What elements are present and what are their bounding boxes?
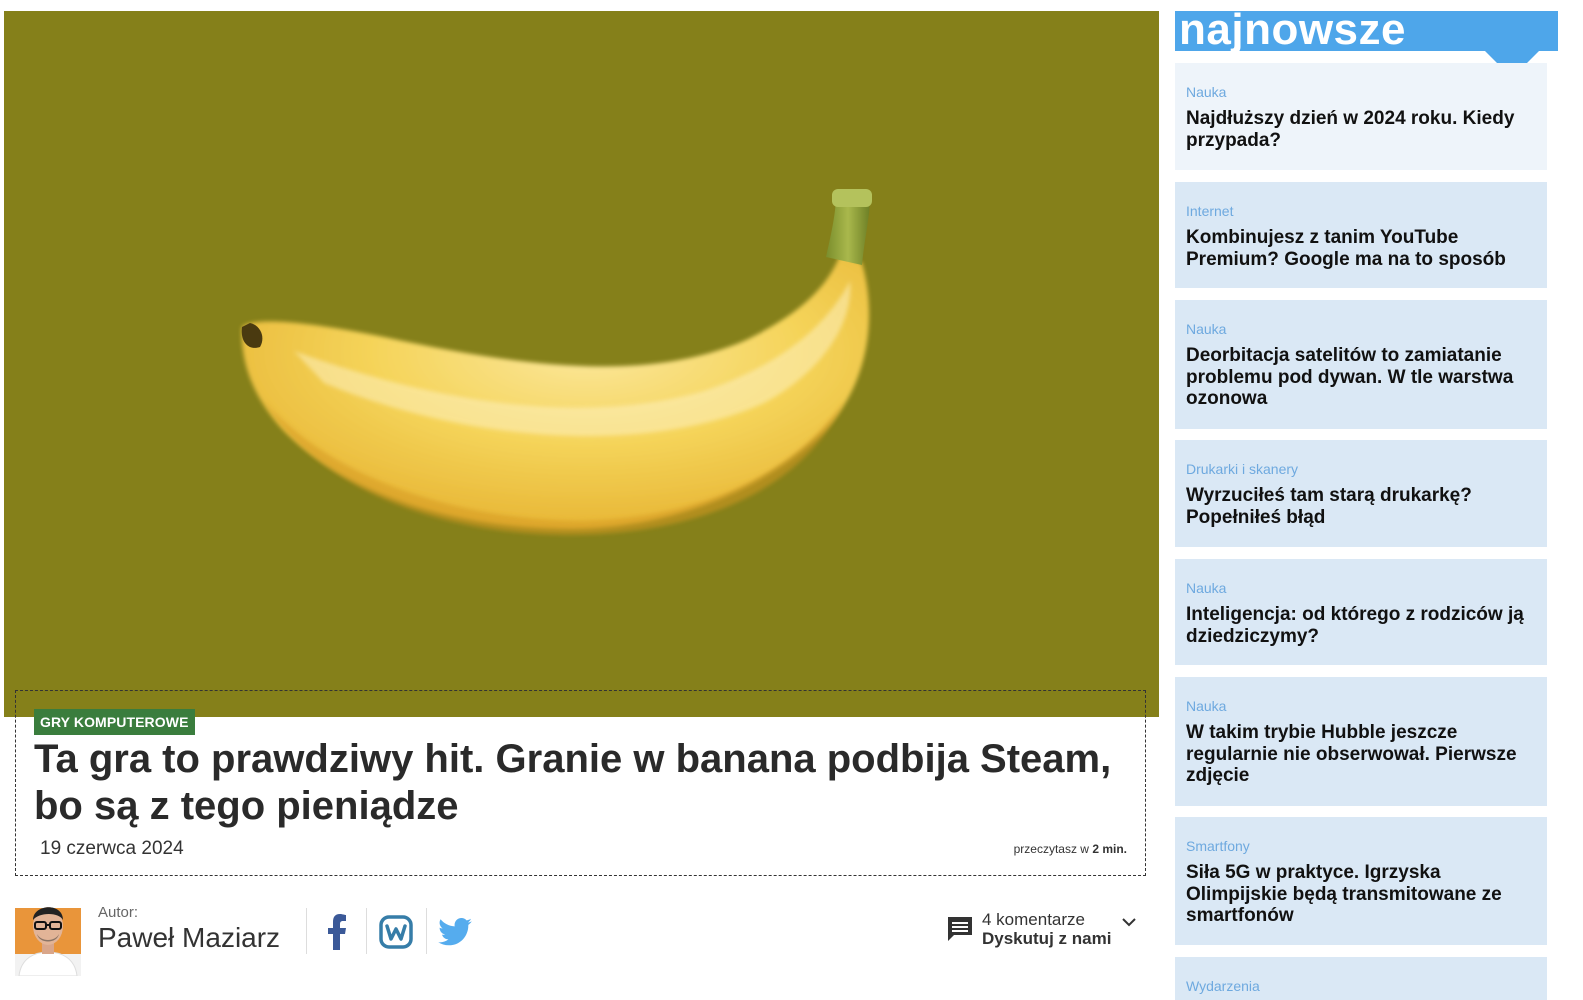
sidebar-news-item[interactable]: Nauka W takim trybie Hubble jeszcze regu… [1175,677,1547,806]
news-title[interactable]: W takim trybie Hubble jeszcze regularnie… [1186,722,1536,787]
author-name[interactable]: Paweł Maziarz [98,922,280,954]
sidebar-news-item[interactable]: Nauka Deorbitacja satelitów to zamiatani… [1175,300,1547,429]
sidebar-news-item[interactable]: Nauka Najdłuższy dzień w 2024 roku. Kied… [1175,63,1547,170]
facebook-icon[interactable] [317,912,357,952]
news-category: Nauka [1186,580,1227,596]
article-header: GRY KOMPUTEROWE Ta gra to prawdziwy hit.… [15,690,1146,876]
discuss-link[interactable]: Dyskutuj z nami [982,929,1111,949]
sidebar-title: najnowsze [1179,5,1406,54]
comment-count: 4 komentarze [982,910,1085,929]
news-title[interactable]: Deorbitacja satelitów to zamiatanie prob… [1186,345,1536,410]
publish-date: 19 czerwca 2024 [40,838,184,859]
news-category: Internet [1186,203,1234,219]
author-avatar[interactable] [15,890,81,976]
sidebar-news-item[interactable]: Smartfony Siła 5G w praktyce. Igrzyska O… [1175,817,1547,945]
sidebar-news-item[interactable]: Wydarzenia [1175,957,1547,1000]
twitter-icon[interactable] [435,912,475,952]
hero-image[interactable] [4,11,1159,717]
read-time: przeczytasz w 2 min. [1014,842,1127,856]
read-time-prefix: przeczytasz w [1013,842,1089,856]
news-title[interactable]: Kombinujesz z tanim YouTube Premium? Goo… [1186,227,1536,270]
author-bar: Autor: Paweł Maziarz 4 komentarze Dyskut… [15,890,1146,976]
divider [366,908,367,954]
sidebar-header: najnowsze [1175,7,1558,53]
sidebar-news-item[interactable]: Internet Kombinujesz z tanim YouTube Pre… [1175,182,1547,288]
read-time-value: 2 min. [1092,842,1127,856]
news-category: Wydarzenia [1186,978,1260,994]
news-category: Nauka [1186,698,1227,714]
author-label: Autor: [98,904,139,921]
news-title[interactable]: Najdłuższy dzień w 2024 roku. Kiedy przy… [1186,108,1536,151]
wykop-icon[interactable] [376,912,416,952]
comments-link[interactable]: 4 komentarze Dyskutuj z nami [946,910,1136,956]
news-category: Nauka [1186,84,1227,100]
sidebar-news-item[interactable]: Drukarki i skanery Wyrzuciłeś tam starą … [1175,440,1547,547]
news-title[interactable]: Wyrzuciłeś tam starą drukarkę? Popełniłe… [1186,485,1536,528]
divider [306,908,307,954]
news-title[interactable]: Inteligencja: od którego z rodziców ją d… [1186,604,1536,647]
news-category: Nauka [1186,321,1227,337]
news-title[interactable]: Siła 5G w praktyce. Igrzyska Olimpijskie… [1186,862,1536,927]
divider [426,908,427,954]
news-category: Smartfony [1186,838,1250,854]
latest-news-sidebar: najnowsze Nauka Najdłuższy dzień w 2024 … [1175,7,1558,1000]
news-category: Drukarki i skanery [1186,461,1299,477]
chevron-down-icon[interactable] [1122,918,1136,928]
sidebar-news-item[interactable]: Nauka Inteligencja: od którego z rodzicó… [1175,559,1547,665]
banana-illustration [241,189,872,536]
article-title: Ta gra to prawdziwy hit. Granie w banana… [34,737,1112,828]
comment-icon [948,917,972,941]
category-badge[interactable]: GRY KOMPUTEROWE [34,709,195,735]
